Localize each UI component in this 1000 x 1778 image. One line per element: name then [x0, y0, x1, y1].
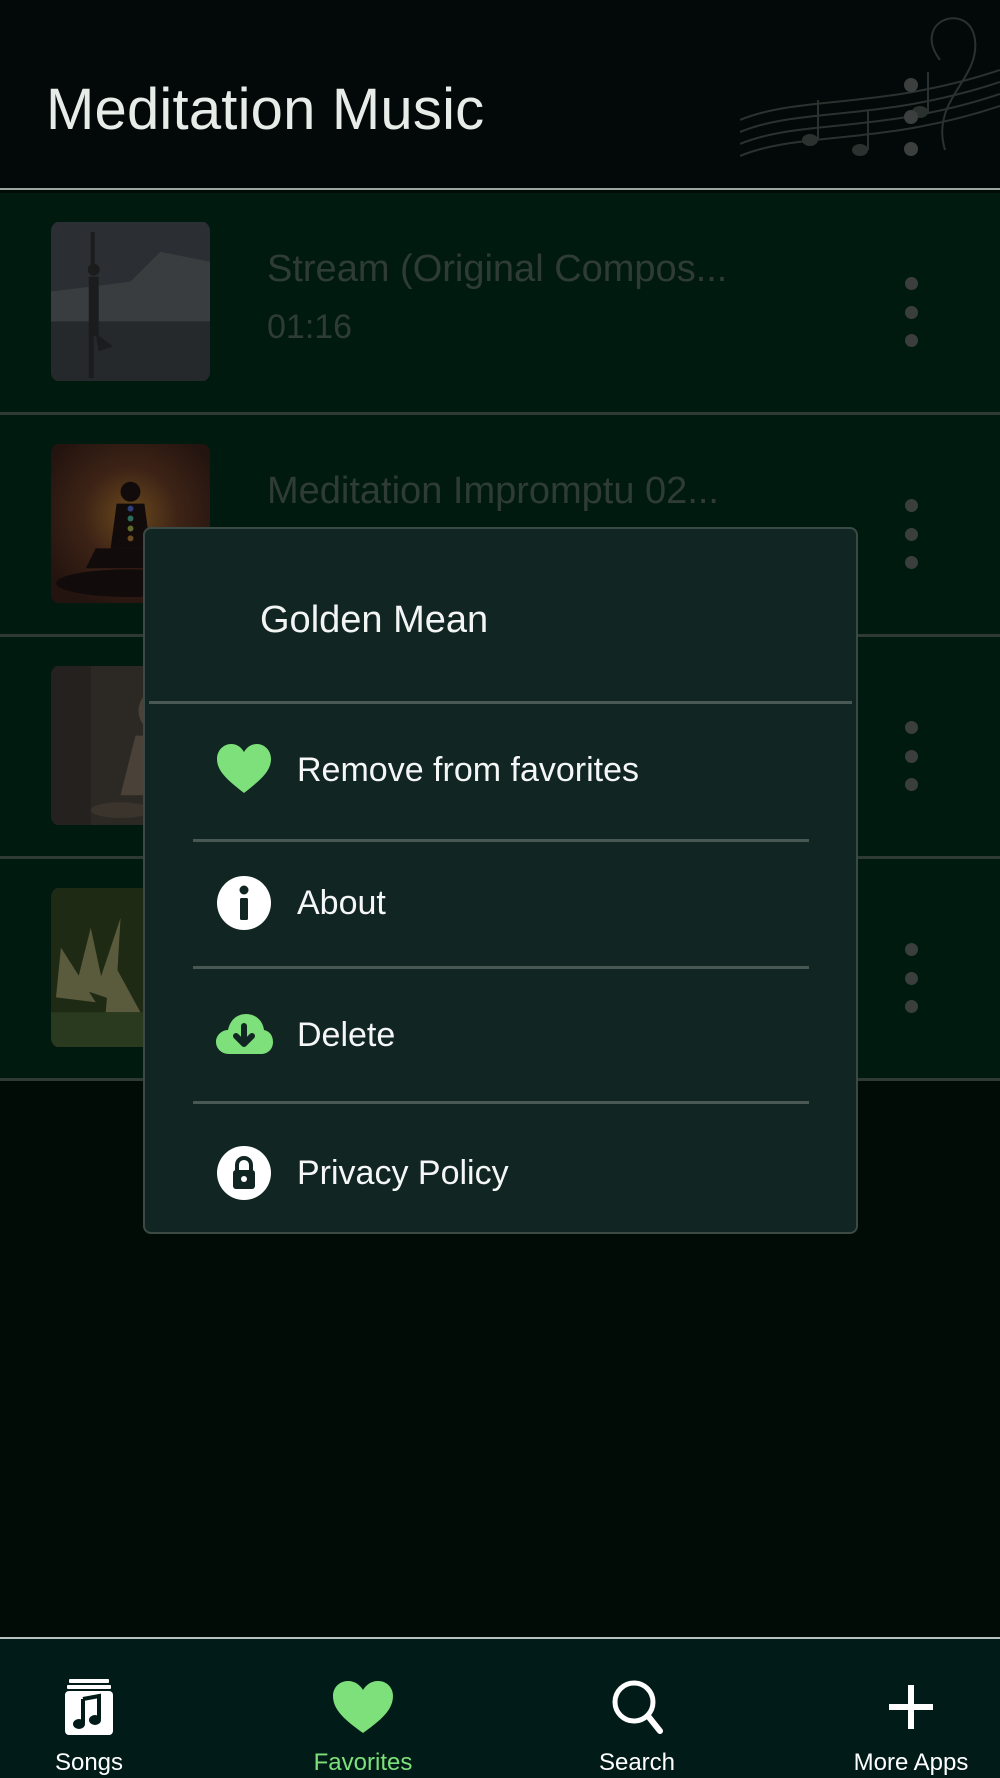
dot-icon: [904, 78, 918, 92]
search-icon: [604, 1679, 670, 1735]
dialog-title: Golden Mean: [260, 599, 489, 641]
info-icon: [215, 874, 273, 932]
app-title: Meditation Music: [46, 77, 485, 142]
yoga-pose-icon: [51, 222, 210, 381]
dot-icon: [904, 778, 918, 791]
song-options-dialog: Golden Mean Remove from favorites About …: [143, 527, 858, 1234]
nav-more-apps[interactable]: More Apps: [786, 1639, 1000, 1778]
divider: [149, 701, 852, 704]
menu-item-label: Delete: [297, 1016, 396, 1054]
nav-favorites[interactable]: Favorites: [238, 1639, 488, 1778]
nav-search[interactable]: Search: [512, 1639, 762, 1778]
heart-icon: [215, 741, 273, 799]
dot-icon: [904, 971, 918, 985]
music-note-icon: [56, 1679, 122, 1735]
nav-label: Songs: [54, 1749, 124, 1776]
song-options-button[interactable]: [895, 499, 927, 569]
song-options-button[interactable]: [895, 277, 927, 347]
dot-icon: [904, 1000, 918, 1013]
dot-icon: [904, 749, 918, 763]
music-notes-decoration: [740, 17, 1000, 157]
dot-icon: [904, 277, 918, 290]
song-options-button[interactable]: [895, 943, 927, 1013]
dot-icon: [904, 556, 918, 569]
bottom-nav: Songs Favorites Search More Apps: [0, 1637, 1000, 1778]
song-title: Stream (Original Compos...: [267, 248, 728, 290]
nav-songs[interactable]: Songs: [0, 1639, 214, 1778]
song-options-button[interactable]: [895, 721, 927, 791]
about-item[interactable]: About: [145, 842, 856, 962]
divider: [193, 966, 809, 969]
lock-icon: [215, 1144, 273, 1202]
remove-from-favorites-item[interactable]: Remove from favorites: [145, 709, 856, 829]
dot-icon: [904, 721, 918, 734]
nav-label: More Apps: [853, 1749, 969, 1776]
song-row[interactable]: Stream (Original Compos... 01:16: [0, 193, 1000, 415]
overflow-menu-button[interactable]: [895, 78, 927, 156]
song-duration: 01:16: [267, 308, 353, 346]
dot-icon: [904, 305, 918, 319]
privacy-policy-item[interactable]: Privacy Policy: [145, 1112, 856, 1232]
nav-label: Search: [598, 1749, 676, 1776]
menu-item-label: Remove from favorites: [297, 751, 639, 789]
dot-icon: [904, 527, 918, 541]
dot-icon: [904, 142, 918, 156]
divider: [193, 1101, 809, 1104]
dot-icon: [904, 334, 918, 347]
menu-item-label: Privacy Policy: [297, 1154, 509, 1192]
heart-icon: [330, 1679, 396, 1735]
app-header: Meditation Music: [0, 0, 1000, 190]
menu-item-label: About: [297, 884, 386, 922]
dot-icon: [904, 499, 918, 512]
dot-icon: [904, 943, 918, 956]
dot-icon: [904, 110, 918, 124]
cloud-download-icon: [215, 1006, 273, 1064]
song-title: Meditation Impromptu 02...: [267, 470, 719, 512]
plus-icon: [878, 1679, 944, 1735]
delete-item[interactable]: Delete: [145, 974, 856, 1094]
nav-label: Favorites: [313, 1749, 413, 1776]
song-thumbnail: [51, 221, 210, 382]
